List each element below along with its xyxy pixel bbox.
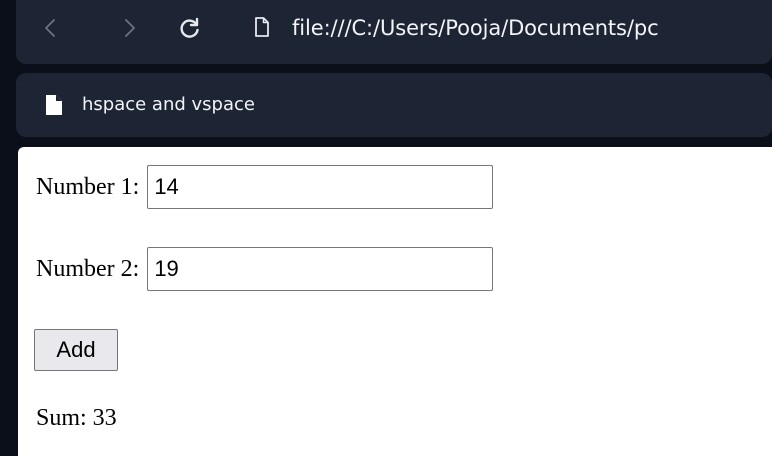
- browser-window: file:///C:/Users/Pooja/Documents/pc hspa…: [0, 0, 772, 456]
- reload-button[interactable]: [176, 14, 204, 42]
- number1-label: Number 1:: [36, 173, 140, 200]
- back-button[interactable]: [36, 14, 64, 42]
- number1-input[interactable]: [147, 165, 494, 209]
- file-icon[interactable]: [252, 13, 272, 41]
- sum-result: Sum: 33: [36, 405, 117, 431]
- chevron-right-icon: [125, 19, 135, 37]
- number1-row: Number 1:: [36, 165, 494, 209]
- tab-strip: hspace and vspace: [16, 73, 772, 137]
- number2-label: Number 2:: [36, 255, 140, 282]
- number2-row: Number 2:: [36, 247, 494, 291]
- url-text[interactable]: file:///C:/Users/Pooja/Documents/pc: [292, 14, 659, 42]
- page-content: Number 1: Number 2: Add Sum: 33: [18, 147, 772, 456]
- add-button[interactable]: Add: [34, 329, 118, 371]
- chevron-left-icon: [45, 19, 55, 37]
- forward-button[interactable]: [116, 14, 144, 42]
- number2-input[interactable]: [147, 247, 494, 291]
- reload-icon: [180, 17, 199, 38]
- tab-title[interactable]: hspace and vspace: [82, 93, 255, 117]
- address-bar: file:///C:/Users/Pooja/Documents/pc: [16, 0, 772, 64]
- document-icon: [46, 95, 62, 115]
